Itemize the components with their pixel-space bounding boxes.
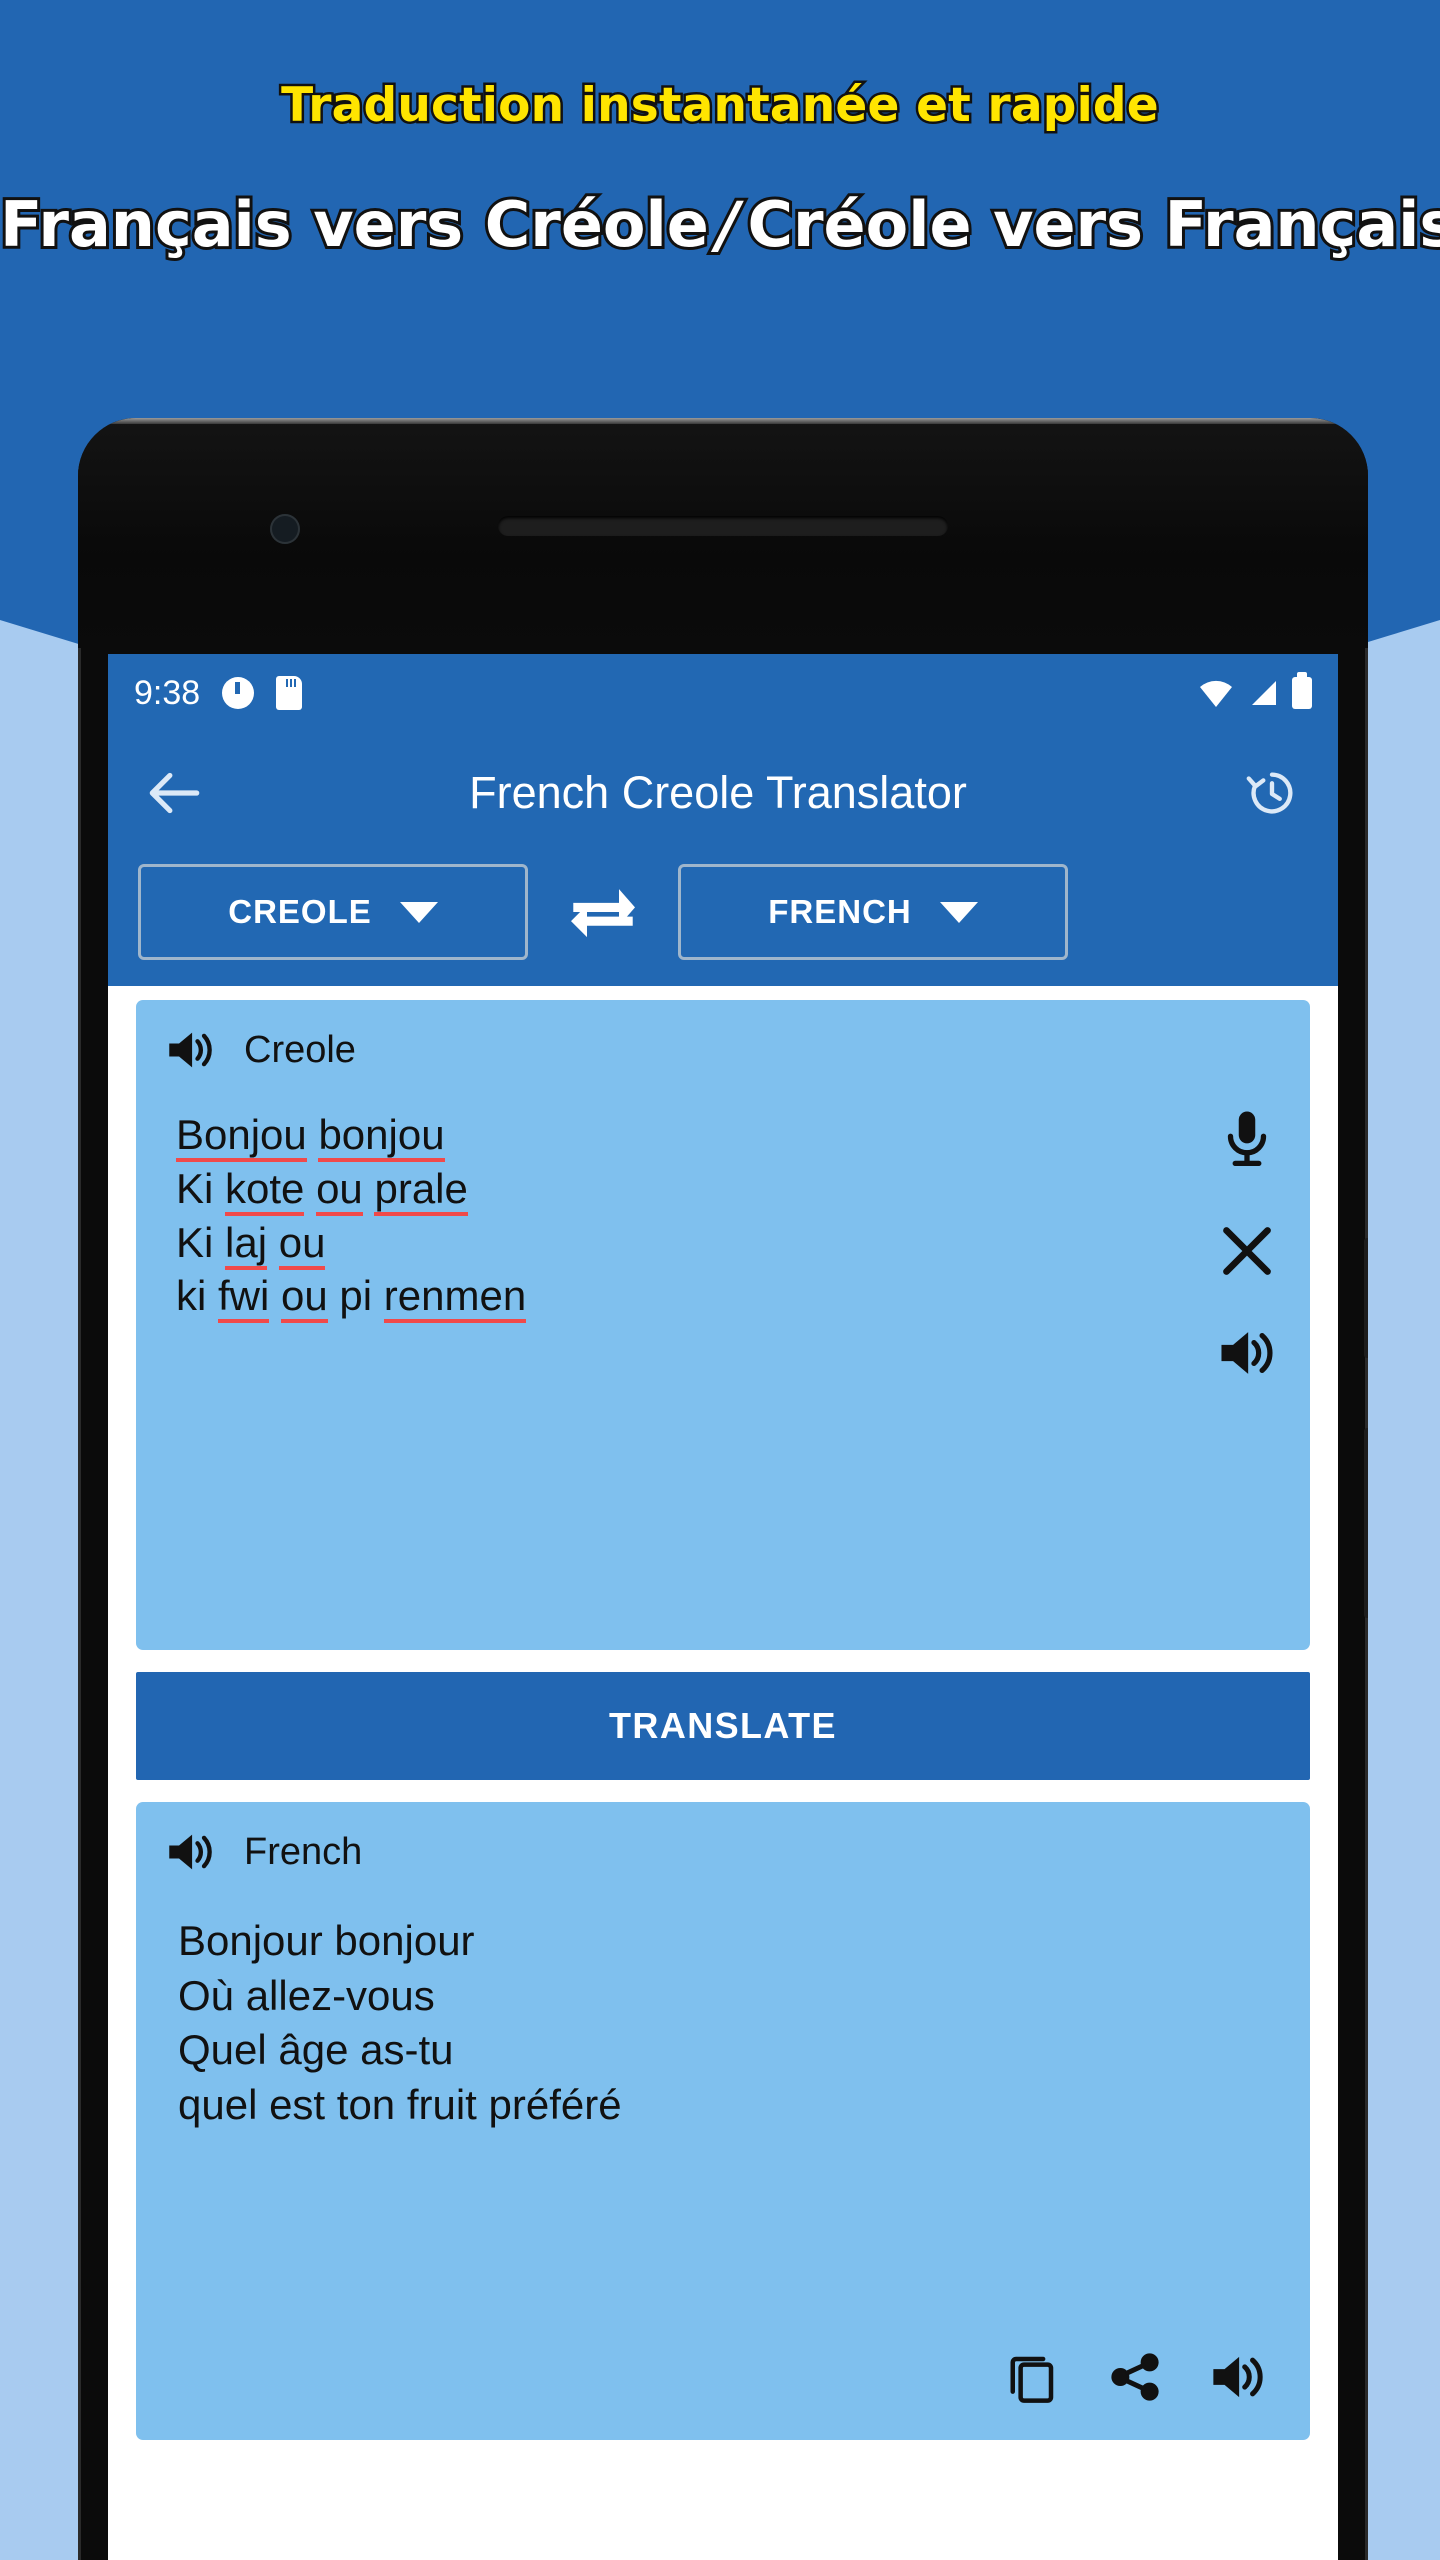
translate-button[interactable]: TRANSLATE (136, 1672, 1310, 1780)
promo-headline-yellow: Traduction instantanée et rapide (279, 76, 1161, 136)
output-text-card: French Bonjour bonjour Où allez-vous Que… (136, 1802, 1310, 2440)
status-bar: 9:38 (108, 654, 1338, 732)
promo-slash: / (714, 185, 743, 264)
promo-left-text: Français vers Créole (0, 185, 712, 264)
output-card-header: French (136, 1802, 1310, 1880)
source-card-label: Creole (244, 1028, 356, 1071)
promo-headline-white: Français vers Créole / Créole vers Françai… (0, 185, 1440, 264)
output-line-2: Où allez-vous (178, 1971, 435, 2019)
screenshot-root: Traduction instantanée et rapide Françai… (0, 0, 1440, 2560)
source-text-card: Creole Bonjou bonjou Ki kote ou prale Ki… (136, 1000, 1310, 1650)
target-language-label: FRENCH (768, 893, 912, 930)
output-card-label: French (244, 1830, 363, 1873)
alarm-icon (222, 677, 255, 709)
share-icon[interactable] (1108, 2350, 1162, 2404)
sd-card-icon (276, 676, 303, 710)
source-line-2: Ki kote ou prale (176, 1162, 1160, 1216)
source-language-dropdown[interactable]: CREOLE (138, 864, 528, 960)
language-selector-bar: CREOLE FRENCH (108, 854, 1338, 986)
source-action-icons (1218, 1108, 1276, 1378)
volume-button (1364, 1238, 1368, 1358)
microphone-icon[interactable] (1221, 1108, 1273, 1174)
output-line-4: quel est ton fruit préféré (178, 2080, 622, 2128)
copy-icon[interactable] (1006, 2350, 1060, 2404)
signal-icon (1248, 679, 1278, 707)
wifi-icon (1198, 679, 1234, 707)
speaker-icon[interactable] (166, 1830, 216, 1874)
clear-icon[interactable] (1218, 1222, 1276, 1280)
power-button (1364, 1428, 1368, 1618)
speaker-icon[interactable] (166, 1028, 216, 1072)
swap-languages-button[interactable] (528, 880, 678, 944)
swap-horizontal-icon (571, 889, 635, 938)
app-bar: French Creole Translator (108, 732, 1338, 854)
source-language-label: CREOLE (228, 893, 372, 930)
output-text: Bonjour bonjour Où allez-vous Quel âge a… (136, 1880, 1310, 2132)
battery-icon (1292, 672, 1312, 709)
front-camera (270, 514, 300, 544)
phone-screen: 9:38 French Creole Translator CREOLE FRE… (108, 654, 1338, 2560)
status-bar-right (1198, 672, 1312, 709)
source-textarea[interactable]: Bonjou bonjou Ki kote ou prale Ki laj ou… (136, 1078, 1310, 1324)
source-line-4: ki fwi ou pi renmen (176, 1269, 1160, 1324)
output-line-1: Bonjour bonjour (178, 1917, 475, 1964)
source-line-3: Ki laj ou (176, 1216, 1160, 1270)
content-area: Creole Bonjou bonjou Ki kote ou prale Ki… (108, 986, 1338, 2440)
output-action-icons (1006, 2350, 1266, 2404)
promo-right-text: Créole vers Français (744, 185, 1440, 264)
output-line-3: Quel âge as-tu (178, 2026, 454, 2074)
page-title: French Creole Translator (469, 767, 967, 818)
earpiece-speaker (498, 516, 948, 536)
speaker-icon[interactable] (1218, 1328, 1276, 1378)
history-icon[interactable] (1236, 757, 1308, 829)
status-bar-left: 9:38 (134, 673, 303, 713)
chevron-down-icon (399, 901, 438, 923)
speaker-icon[interactable] (1210, 2353, 1266, 2401)
source-card-header: Creole (136, 1000, 1310, 1078)
source-line-1: Bonjou bonjou (176, 1108, 1160, 1162)
target-language-dropdown[interactable]: FRENCH (678, 864, 1068, 960)
phone-mockup: 9:38 French Creole Translator CREOLE FRE… (78, 418, 1368, 2560)
status-time: 9:38 (134, 673, 201, 712)
phone-top-edge (78, 418, 1368, 424)
chevron-down-icon (939, 901, 978, 923)
